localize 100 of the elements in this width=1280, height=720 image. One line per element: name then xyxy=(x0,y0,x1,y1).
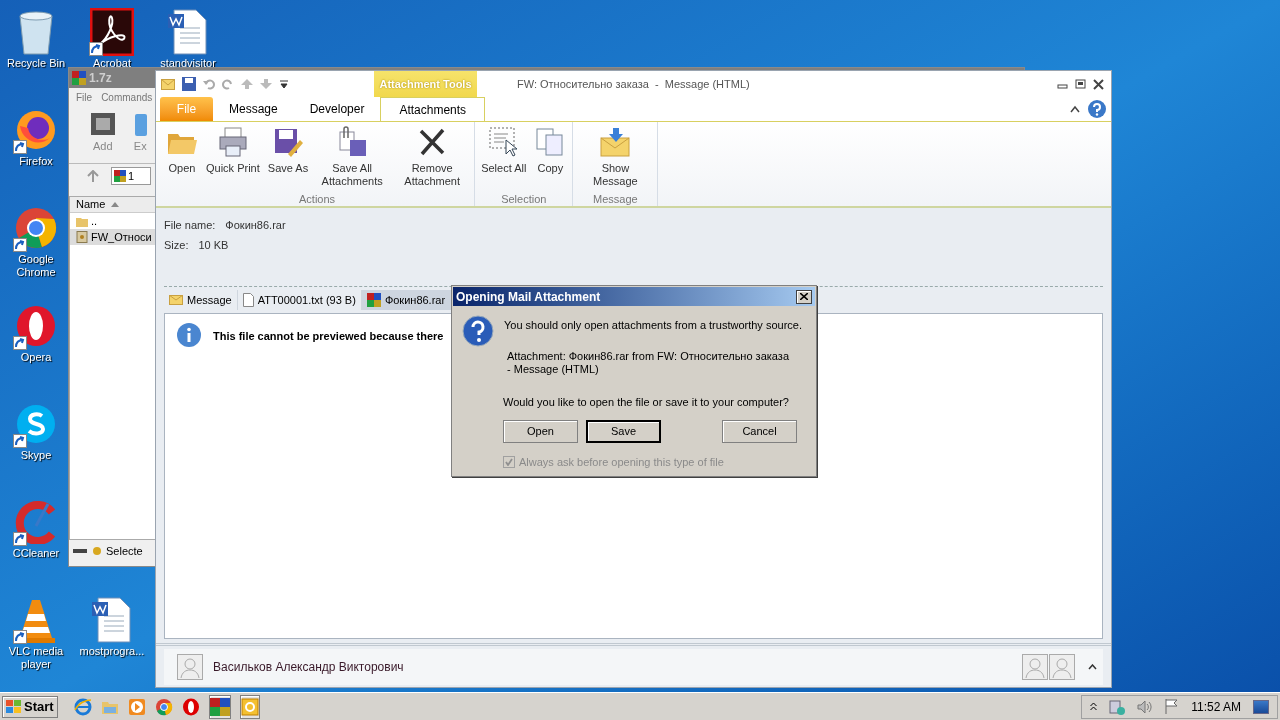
taskbar-button[interactable] xyxy=(239,694,260,719)
archive-app-icon xyxy=(72,71,86,85)
show-desktop-button[interactable] xyxy=(1253,699,1269,714)
caret-icon[interactable] xyxy=(1088,663,1097,670)
window-title: 1.7z xyxy=(89,70,112,87)
close-icon[interactable] xyxy=(1093,78,1104,90)
firefox-icon xyxy=(14,108,58,152)
preview-message: This file cannot be previewed because there xyxy=(213,329,444,344)
archive-file-icon xyxy=(76,231,88,243)
customize-dropdown-icon[interactable] xyxy=(279,79,289,89)
desktop-icon-label[interactable]: Acrobat xyxy=(93,57,131,70)
desktop-icon-label[interactable]: mostprogra... xyxy=(79,645,145,658)
group-label: Message xyxy=(592,192,639,206)
clock[interactable]: 11:52 AM xyxy=(1191,697,1241,716)
file-name: Фокин86.rar xyxy=(225,218,286,233)
field-label: File name: xyxy=(164,218,216,233)
flag-icon[interactable] xyxy=(1165,699,1180,714)
group-label: Selection xyxy=(500,192,548,206)
play-icon xyxy=(127,697,146,716)
chrome-icon xyxy=(154,697,173,716)
help-icon[interactable] xyxy=(1088,100,1106,118)
attachment-info: Attachment: Фокин86.rar from FW: Относительно заказа - Message (HTML) xyxy=(506,349,790,376)
attachment-tab[interactable]: Фокин86.rar xyxy=(361,290,452,310)
ribbon-button[interactable]: Save All Attachments xyxy=(313,126,392,188)
ribbon-tab[interactable]: Developer xyxy=(293,97,381,121)
person-placeholder-icon xyxy=(1022,653,1048,680)
check-icon xyxy=(505,458,513,467)
desktop-icon-label[interactable]: Opera xyxy=(20,351,52,364)
path-field[interactable]: 1 xyxy=(111,167,151,185)
desktop-icon-label[interactable]: Recycle Bin xyxy=(6,57,66,70)
shortcut-arrow-icon xyxy=(13,630,27,644)
up-arrow-icon[interactable] xyxy=(87,170,99,182)
status-icons xyxy=(73,546,103,556)
document-icon xyxy=(242,293,254,307)
menu-item[interactable]: File xyxy=(76,89,93,105)
opera-icon xyxy=(14,304,58,348)
select-cursor-icon xyxy=(487,126,520,158)
browser-e-icon xyxy=(73,697,92,716)
chrome-icon xyxy=(14,206,58,250)
paperclip-floppy-icon xyxy=(336,126,369,158)
contextual-tab-header: Attachment Tools xyxy=(374,71,477,97)
envelope-arrow-icon xyxy=(599,126,632,158)
ribbon-button[interactable]: Save As xyxy=(264,126,312,175)
desktop-icon-label[interactable]: Google Chrome xyxy=(0,253,72,279)
archive-app-icon xyxy=(114,170,126,182)
archive-app-icon xyxy=(366,293,381,307)
dialog-button[interactable]: Cancel xyxy=(722,420,797,443)
shortcut-arrow-icon xyxy=(13,336,27,350)
envelope-icon xyxy=(169,295,183,305)
desktop-icon-label[interactable]: CCleaner xyxy=(12,547,60,560)
ribbon-tab[interactable]: Attachments xyxy=(380,97,486,121)
word-document-icon xyxy=(90,596,134,644)
dialog-button[interactable]: Save xyxy=(586,420,661,443)
desktop-icon-label[interactable]: standvisitor xyxy=(160,57,216,70)
menu-item[interactable]: Commands xyxy=(101,89,153,105)
collapse-ribbon-icon[interactable] xyxy=(1070,105,1080,113)
start-button[interactable]: Start xyxy=(2,695,58,718)
opera-icon xyxy=(181,697,200,716)
restore-icon[interactable] xyxy=(1075,78,1086,90)
save-icon[interactable] xyxy=(182,77,196,91)
taskbar-button[interactable] xyxy=(208,694,231,719)
ribbon-button[interactable]: Open xyxy=(163,126,201,175)
desktop-icon-label[interactable]: Firefox xyxy=(19,155,53,168)
ribbon-tab[interactable]: Message xyxy=(213,97,294,121)
speaker-icon[interactable] xyxy=(1137,699,1154,714)
file-size: 10 KB xyxy=(198,237,229,253)
desktop-icon-label[interactable]: Skype xyxy=(20,449,52,462)
ribbon-button[interactable]: Copy xyxy=(531,126,570,175)
show-hidden-icons-icon[interactable] xyxy=(1090,702,1098,711)
ribbon-button[interactable]: Remove Attachment xyxy=(393,126,472,188)
status-text: Selecte xyxy=(106,543,143,559)
close-icon xyxy=(800,293,808,300)
redo-icon[interactable] xyxy=(222,78,234,90)
field-label: Size: xyxy=(164,237,189,253)
shortcut-arrow-icon xyxy=(13,238,27,252)
envelope-icon[interactable] xyxy=(161,78,175,90)
info-icon xyxy=(177,323,201,347)
shortcut-arrow-icon xyxy=(89,42,103,56)
close-button[interactable] xyxy=(796,289,812,304)
ccleaner-icon xyxy=(14,500,58,544)
sender-name[interactable]: Васильков Александр Викторович xyxy=(213,657,404,676)
word-document-icon xyxy=(166,8,210,56)
pdf-app-icon xyxy=(90,8,134,56)
ribbon-button[interactable]: Select All xyxy=(478,126,530,175)
skype-icon xyxy=(14,402,58,446)
ribbon-button[interactable]: Show Message xyxy=(576,126,655,188)
file-name[interactable]: .. xyxy=(91,212,98,230)
archive-app-icon xyxy=(209,697,230,716)
checkbox-label: Always ask before opening this type of file xyxy=(519,455,724,470)
dialog-button[interactable]: Open xyxy=(503,420,578,443)
shortcut-arrow-icon xyxy=(13,140,27,154)
dialog-message: You should only open attachments from a trustworthy source. xyxy=(504,318,803,333)
question-icon xyxy=(462,315,494,347)
undo-icon[interactable] xyxy=(203,78,215,90)
person-placeholder-icon xyxy=(177,653,203,680)
ribbon-button[interactable]: Quick Print xyxy=(203,126,263,175)
printer-icon xyxy=(216,126,249,158)
desktop-icon-label[interactable]: VLC media player xyxy=(0,645,72,671)
shortcut-arrow-icon xyxy=(13,434,27,448)
envelope-o-icon xyxy=(240,697,259,716)
